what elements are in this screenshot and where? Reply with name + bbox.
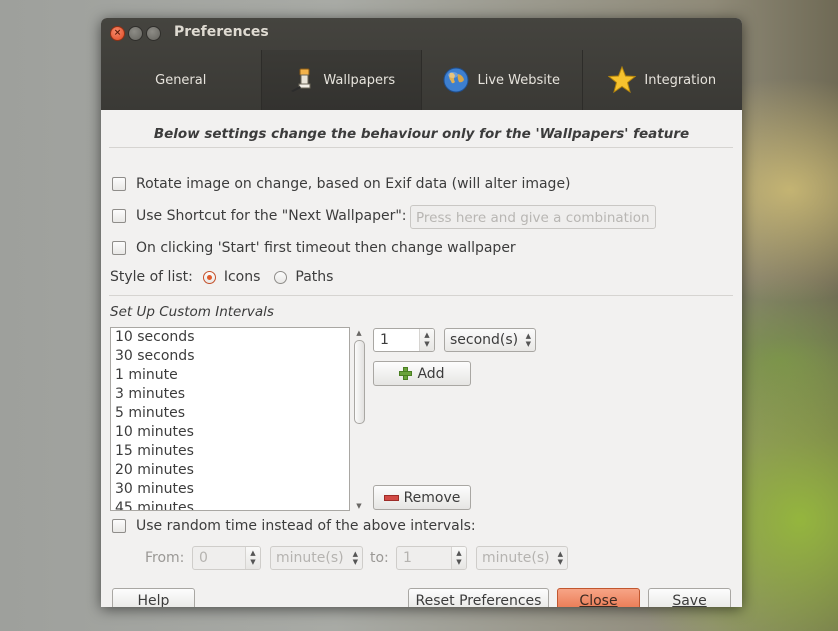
tab-label: Integration: [644, 72, 717, 88]
from-label: From:: [145, 550, 185, 566]
shortcut-input[interactable]: Press here and give a combination: [410, 205, 656, 229]
random-time-label: Use random time instead of the above int…: [136, 518, 476, 534]
timeout-first-checkbox[interactable]: [112, 241, 126, 255]
spinner-arrows[interactable]: ▲ ▼: [419, 329, 434, 351]
spin-down-icon[interactable]: ▼: [456, 558, 461, 567]
intervals-section-title: Set Up Custom Intervals: [110, 304, 274, 320]
tab-live-website[interactable]: Live Website: [422, 50, 583, 110]
icons-radio[interactable]: [202, 270, 216, 284]
to-spinner[interactable]: 1 ▲ ▼: [396, 546, 467, 570]
titlebar: × Preferences General Wallpapers Live We…: [101, 18, 742, 110]
save-button-label: Save: [672, 592, 707, 608]
random-time-option[interactable]: Use random time instead of the above int…: [112, 518, 476, 534]
add-interval-label: Add: [417, 365, 445, 382]
tab-wallpapers[interactable]: Wallpapers: [261, 50, 422, 110]
minus-icon: [383, 494, 399, 501]
list-item[interactable]: 1 minute: [111, 366, 349, 385]
style-of-list-label: Style of list:: [110, 269, 193, 285]
to-unit-value: minute(s): [482, 550, 550, 566]
shortcut-label: Use Shortcut for the "Next Wallpaper":: [136, 208, 407, 224]
rotate-exif-checkbox[interactable]: [112, 177, 126, 191]
tab-bar: General Wallpapers Live Website Integrat…: [101, 50, 742, 110]
list-item[interactable]: 15 minutes: [111, 442, 349, 461]
save-button[interactable]: Save: [648, 588, 731, 607]
random-time-checkbox[interactable]: [112, 519, 126, 533]
spinner-arrows[interactable]: ▲ ▼: [451, 547, 466, 569]
minimize-window-icon[interactable]: [128, 26, 143, 41]
list-item[interactable]: 30 seconds: [111, 347, 349, 366]
tab-general[interactable]: General: [101, 50, 262, 110]
close-button[interactable]: Close: [557, 588, 640, 607]
spin-up-icon[interactable]: ▲: [424, 331, 429, 340]
list-item[interactable]: 20 minutes: [111, 461, 349, 480]
rotate-exif-option[interactable]: Rotate image on change, based on Exif da…: [112, 176, 571, 192]
window-title: Preferences: [174, 24, 269, 40]
list-item[interactable]: 10 seconds: [111, 328, 349, 347]
add-interval-button[interactable]: Add: [373, 361, 471, 386]
spinner-arrows[interactable]: ▲ ▼: [245, 547, 260, 569]
spin-down-icon[interactable]: ▼: [250, 558, 255, 567]
timeout-first-option[interactable]: On clicking 'Start' first timeout then c…: [112, 240, 516, 256]
timeout-first-label: On clicking 'Start' first timeout then c…: [136, 240, 516, 256]
tab-label: General: [155, 72, 207, 88]
rotate-exif-label: Rotate image on change, based on Exif da…: [136, 176, 571, 192]
scroll-up-icon[interactable]: ▲: [353, 328, 365, 338]
reset-preferences-label: Reset Preferences: [415, 592, 542, 608]
updown-arrow-icon: ▲ ▼: [352, 550, 358, 566]
plus-icon: [399, 367, 413, 380]
interval-unit-value: second(s): [450, 332, 519, 348]
shortcut-option[interactable]: Use Shortcut for the "Next Wallpaper":: [112, 208, 407, 224]
maximize-window-icon[interactable]: [146, 26, 161, 41]
list-item[interactable]: 45 minutes: [111, 499, 349, 510]
shortcut-checkbox[interactable]: [112, 209, 126, 223]
updown-arrow-icon: ▲ ▼: [525, 332, 531, 348]
from-unit-value: minute(s): [276, 550, 344, 566]
scroll-thumb[interactable]: [354, 340, 365, 424]
paths-radio-label[interactable]: Paths: [295, 269, 333, 285]
divider: [109, 295, 733, 296]
from-unit-select[interactable]: minute(s) ▲ ▼: [270, 546, 363, 570]
to-value[interactable]: 1: [397, 547, 451, 569]
preferences-window: × Preferences General Wallpapers Live We…: [101, 18, 742, 607]
list-item[interactable]: 10 minutes: [111, 423, 349, 442]
remove-interval-button[interactable]: Remove: [373, 485, 471, 510]
paths-radio[interactable]: [274, 270, 288, 284]
style-of-list: Style of list: Icons Paths: [110, 269, 333, 285]
intervals-list[interactable]: 10 seconds 30 seconds 1 minute 3 minutes…: [110, 327, 350, 511]
close-button-label: Close: [579, 592, 618, 608]
tab-label: Live Website: [477, 72, 560, 88]
star-icon: [608, 66, 637, 94]
interval-amount-spinner[interactable]: 1 ▲ ▼: [373, 328, 435, 352]
updown-arrow-icon: ▲ ▼: [557, 550, 563, 566]
list-item[interactable]: 5 minutes: [111, 404, 349, 423]
globe-icon: [443, 67, 469, 93]
list-item[interactable]: 30 minutes: [111, 480, 349, 499]
to-unit-select[interactable]: minute(s) ▲ ▼: [476, 546, 568, 570]
interval-unit-select[interactable]: second(s) ▲ ▼: [444, 328, 536, 352]
icons-radio-label[interactable]: Icons: [224, 269, 261, 285]
tab-integration[interactable]: Integration: [583, 50, 743, 110]
paintbrush-icon: [287, 66, 315, 94]
close-window-icon[interactable]: ×: [110, 26, 125, 41]
tab-label: Wallpapers: [323, 72, 396, 88]
spin-up-icon[interactable]: ▲: [456, 549, 461, 558]
scroll-down-icon[interactable]: ▼: [353, 501, 365, 511]
spin-up-icon[interactable]: ▲: [250, 549, 255, 558]
from-value[interactable]: 0: [193, 547, 245, 569]
reset-preferences-button[interactable]: Reset Preferences: [408, 588, 549, 607]
help-button[interactable]: Help: [112, 588, 195, 607]
remove-interval-label: Remove: [403, 489, 461, 506]
panel-heading: Below settings change the behaviour only…: [153, 126, 690, 142]
wallpapers-panel: Below settings change the behaviour only…: [101, 110, 742, 607]
to-label: to:: [370, 550, 389, 566]
spin-down-icon[interactable]: ▼: [424, 340, 429, 349]
divider: [109, 147, 733, 148]
interval-amount-value[interactable]: 1: [374, 329, 419, 351]
list-item[interactable]: 3 minutes: [111, 385, 349, 404]
intervals-scrollbar[interactable]: ▲ ▼: [353, 328, 365, 511]
help-button-label: Help: [137, 592, 170, 608]
from-spinner[interactable]: 0 ▲ ▼: [192, 546, 261, 570]
